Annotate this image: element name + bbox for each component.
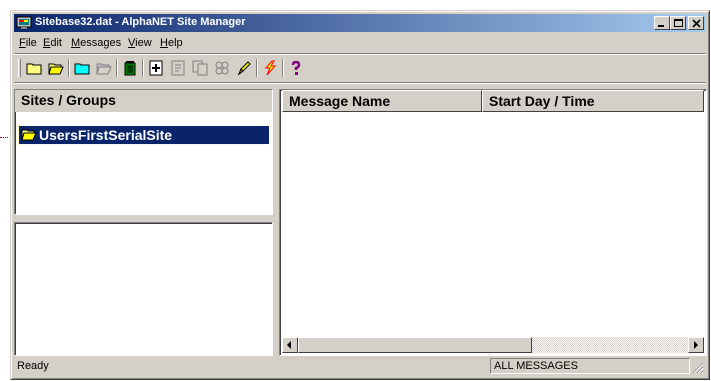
resize-grip-icon[interactable] [692,362,704,374]
menu-file-mnemonic: F [19,37,26,49]
close-button[interactable] [688,16,704,30]
sites-tree-panel[interactable]: Sites / Groups UsersFirstSerialSite [14,89,273,215]
menu-file[interactable]: File [19,37,37,49]
menu-view-label: iew [135,37,152,49]
message-list[interactable]: Message Name Start Day / Time [279,89,707,356]
add-message-icon[interactable] [146,59,166,77]
tree-item-label: UsersFirstSerialSite [39,127,173,143]
menu-edit-label: dit [50,37,62,49]
menu-separator [14,53,706,55]
toolbar-separator [68,59,70,77]
delete-trash-icon[interactable] [120,59,140,77]
title-bar[interactable]: Sitebase32.dat - AlphaNET Site Manager [14,14,706,32]
new-site-icon[interactable] [72,59,92,77]
help-question-icon[interactable] [286,59,306,77]
menu-messages-label: essages [80,37,122,49]
arrow-right-icon [694,341,698,349]
status-filter: ALL MESSAGES [490,358,690,374]
sites-header: Sites / Groups [15,90,272,112]
toolbar-separator [116,59,118,77]
scroll-right-button[interactable] [688,337,704,353]
toolbar [14,56,706,80]
menu-bar: File Edit Messages View Help [14,34,706,52]
menu-help[interactable]: Help [160,37,183,49]
menu-messages[interactable]: Messages [71,37,121,49]
network-icon[interactable] [212,59,232,77]
app-icon [16,15,32,31]
minimize-button[interactable] [654,16,670,30]
open-folder-icon[interactable] [46,59,66,77]
new-folder-icon[interactable] [24,59,44,77]
toolbar-separator [282,59,284,77]
site-details-panel[interactable] [14,222,273,356]
focus-marker [0,137,8,139]
menu-edit[interactable]: Edit [43,37,62,49]
scroll-thumb[interactable] [298,337,532,353]
column-header-start-day-time[interactable]: Start Day / Time [482,90,704,112]
send-lightning-icon[interactable] [260,59,280,77]
app-window: Sitebase32.dat - AlphaNET Site Manager F… [10,10,710,380]
open-folder-icon [21,129,37,141]
maximize-button[interactable] [670,16,686,30]
menu-messages-mnemonic: M [71,37,81,49]
horizontal-scrollbar[interactable] [282,337,704,353]
status-text: Ready [17,360,49,372]
menu-view[interactable]: View [128,37,152,49]
menu-help-label: elp [167,37,183,49]
toolbar-separator-line [14,82,706,84]
column-header-message-name[interactable]: Message Name [282,90,482,112]
status-bar: Ready ALL MESSAGES [14,356,706,376]
edit-message-icon[interactable] [168,59,188,77]
arrow-left-icon [287,341,291,349]
toolbar-separator [142,59,144,77]
copy-message-icon[interactable] [190,59,210,77]
window-title: Sitebase32.dat - AlphaNET Site Manager [35,16,246,28]
menu-file-label: ile [25,37,37,49]
menu-help-mnemonic: H [160,37,168,49]
edit-pencil-icon[interactable] [234,59,254,77]
scroll-left-button[interactable] [282,337,298,353]
toolbar-grip[interactable] [18,59,21,77]
tree-item-site[interactable]: UsersFirstSerialSite [18,125,270,145]
toolbar-separator [256,59,258,77]
open-site-icon[interactable] [94,59,114,77]
